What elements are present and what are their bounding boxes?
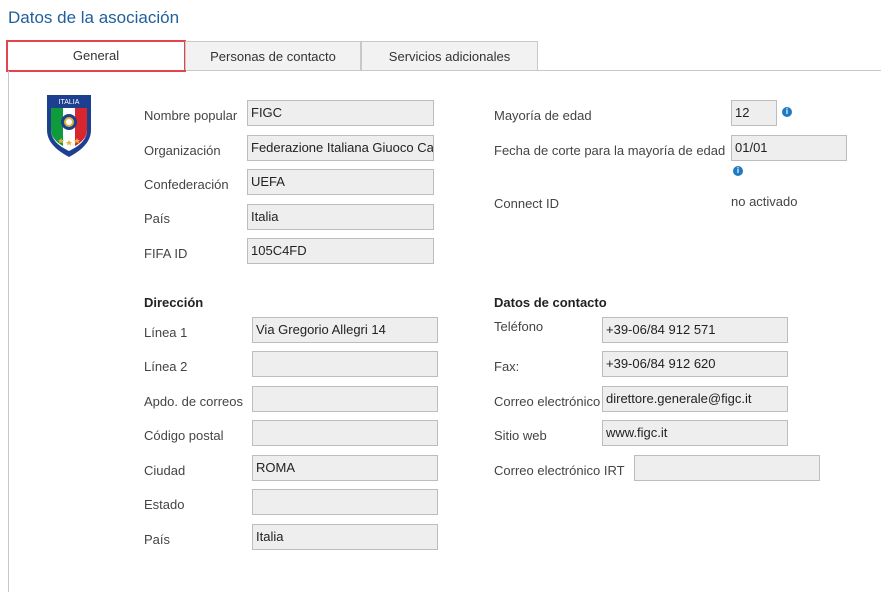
pais-field[interactable]: Italia	[247, 204, 434, 230]
pais-direccion-field[interactable]: Italia	[252, 524, 438, 550]
linea-1-field[interactable]: Via Gregorio Allegri 14	[252, 317, 438, 343]
linea-2-field[interactable]	[252, 351, 438, 377]
label-pais: País	[144, 211, 171, 226]
page-title: Datos de la asociación	[8, 8, 180, 27]
label-fifa-id: FIFA ID	[144, 246, 188, 261]
sitio-web-field[interactable]: www.figc.it	[602, 420, 788, 446]
label-fax: Fax:	[494, 359, 520, 374]
tab-general[interactable]: General	[6, 40, 186, 72]
codigo-postal-field[interactable]	[252, 420, 438, 446]
tab-servicios-adicionales[interactable]: Servicios adicionales	[361, 41, 538, 70]
tab-personas-de-contacto[interactable]: Personas de contacto	[185, 41, 361, 70]
correo-electronico-irt-field[interactable]	[634, 455, 820, 481]
label-organizacion: Organización	[144, 143, 221, 158]
section-heading-direccion: Dirección	[144, 295, 204, 310]
label-correo-electronico: Correo electrónico	[494, 394, 601, 409]
label-confederacion: Confederación	[144, 177, 229, 192]
label-apdo-de-correos: Apdo. de correos	[144, 394, 244, 409]
label-codigo-postal: Código postal	[144, 428, 224, 443]
label-nombre-popular: Nombre popular	[144, 108, 238, 123]
figc-crest-logo: ITALIA	[47, 95, 91, 157]
label-pais-direccion: País	[144, 532, 171, 547]
label-linea-1: Línea 1	[144, 325, 188, 340]
label-estado: Estado	[144, 497, 185, 512]
apdo-de-correos-field[interactable]	[252, 386, 438, 412]
section-heading-datos-de-contacto: Datos de contacto	[494, 295, 607, 310]
label-linea-2: Línea 2	[144, 359, 188, 374]
label-telefono: Teléfono	[494, 319, 544, 334]
label-mayoria-de-edad: Mayoría de edad	[494, 108, 592, 123]
label-fecha-de-corte: Fecha de corte para la mayoría de edad	[494, 143, 726, 158]
label-connect-id: Connect ID	[494, 196, 560, 211]
fecha-de-corte-field[interactable]: 01/01	[731, 135, 847, 161]
estado-field[interactable]	[252, 489, 438, 515]
telefono-field[interactable]: +39-06/84 912 571	[602, 317, 788, 343]
confederacion-field[interactable]: UEFA	[247, 169, 434, 195]
info-icon[interactable]: i	[782, 107, 792, 117]
correo-electronico-field[interactable]: direttore.generale@figc.it	[602, 386, 788, 412]
fax-field[interactable]: +39-06/84 912 620	[602, 351, 788, 377]
label-ciudad: Ciudad	[144, 463, 186, 478]
connect-id-value: no activado	[731, 194, 798, 209]
info-icon[interactable]: i	[733, 166, 743, 176]
crest-text: ITALIA	[59, 99, 80, 106]
fifa-id-field[interactable]: 105C4FD	[247, 238, 434, 264]
label-correo-electronico-irt: Correo electrónico IRT	[494, 463, 625, 478]
ciudad-field[interactable]: ROMA	[252, 455, 438, 481]
nombre-popular-field[interactable]: FIGC	[247, 100, 434, 126]
label-sitio-web: Sitio web	[494, 428, 547, 443]
mayoria-de-edad-field[interactable]: 12	[731, 100, 777, 126]
content-left-border	[8, 71, 9, 592]
organizacion-field[interactable]: Federazione Italiana Giuoco Calcio	[247, 135, 434, 161]
